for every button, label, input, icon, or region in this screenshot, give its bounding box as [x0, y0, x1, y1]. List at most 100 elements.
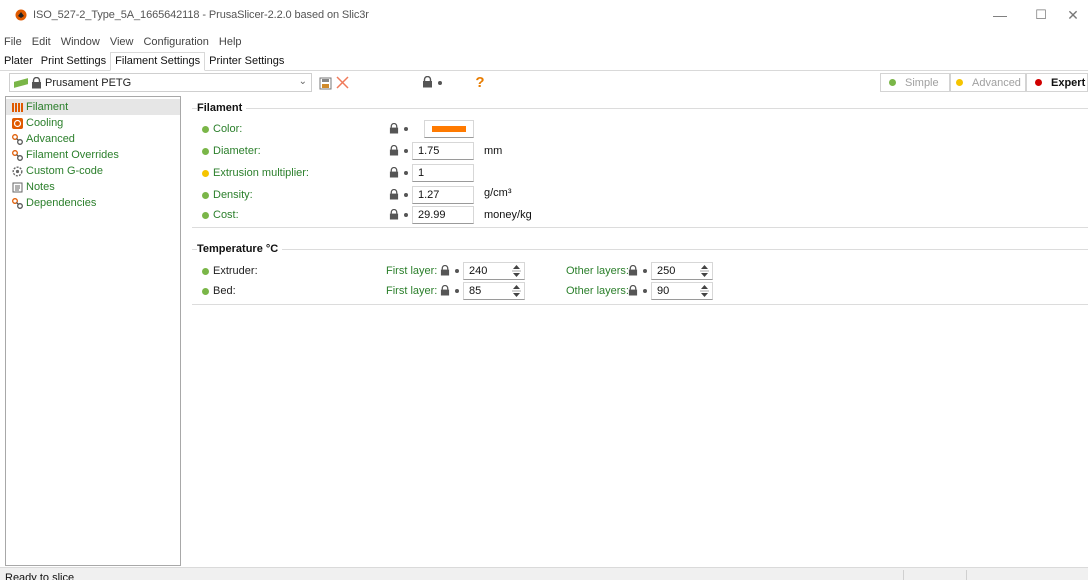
sidebar-item-notes[interactable]: Notes	[6, 179, 180, 195]
cog-icon	[12, 165, 23, 177]
filament-diameter-input[interactable]: 1.75	[412, 142, 474, 160]
wrench-icon	[12, 149, 23, 161]
menu-configuration[interactable]: Configuration	[138, 36, 213, 48]
advanced-mode-dot-icon	[202, 170, 209, 177]
bed-first-layer-spinner[interactable]	[510, 282, 522, 300]
delete-icon	[335, 75, 349, 89]
menu-edit[interactable]: Edit	[27, 36, 56, 48]
preset-dropdown[interactable]: Prusament PETG ⌄	[9, 73, 312, 92]
bed-label: Bed:	[213, 285, 236, 297]
extrusion-multiplier-label: Extrusion multiplier:	[213, 167, 309, 179]
mode-advanced-button[interactable]: Advanced	[950, 73, 1026, 92]
sidebar-item-filament-overrides[interactable]: Filament Overrides	[6, 147, 180, 163]
sidebar-item-advanced[interactable]: Advanced	[6, 131, 180, 147]
bullet-icon[interactable]	[404, 193, 408, 197]
filament-cost-row: Cost: 29.99 money/kg	[192, 206, 1088, 224]
lock-icon[interactable]	[389, 189, 399, 200]
lock-icon[interactable]	[440, 285, 450, 296]
density-unit: g/cm³	[484, 187, 512, 199]
window-title: ISO_527-2_Type_5A_1665642118 - PrusaSlic…	[33, 9, 369, 21]
lock-legend-button[interactable]	[420, 75, 434, 89]
filament-cost-input[interactable]: 29.99	[412, 206, 474, 224]
minimize-button[interactable]: —	[977, 0, 1023, 30]
simple-mode-dot-icon	[202, 148, 209, 155]
lock-icon[interactable]	[628, 285, 638, 296]
bullet-icon[interactable]	[455, 289, 459, 293]
tab-plater[interactable]: Plater	[0, 53, 37, 70]
prusaslicer-logo-icon	[15, 9, 27, 21]
tab-printer-settings[interactable]: Printer Settings	[205, 53, 288, 70]
bullet-icon[interactable]	[404, 171, 408, 175]
bullet-icon[interactable]	[404, 127, 408, 131]
close-window-button[interactable]: ✕	[1058, 0, 1088, 30]
menu-view[interactable]: View	[105, 36, 139, 48]
spool-icon	[12, 102, 23, 113]
first-layer-label: First layer:	[386, 265, 438, 277]
filament-diameter-label: Diameter:	[213, 145, 261, 157]
filament-density-input[interactable]: 1.27	[412, 186, 474, 204]
preset-name: Prusament PETG	[45, 76, 132, 89]
cost-unit: money/kg	[484, 209, 532, 221]
bed-temperature-row: Bed: First layer: 85 Other layers: 90	[192, 282, 1088, 300]
tab-filament-settings[interactable]: Filament Settings	[110, 52, 206, 71]
bullet-icon[interactable]	[404, 149, 408, 153]
bullet-icon[interactable]	[404, 213, 408, 217]
lock-icon[interactable]	[440, 265, 450, 276]
filament-density-label: Density:	[213, 189, 253, 201]
status-separator	[966, 570, 967, 580]
menu-window[interactable]: Window	[56, 36, 105, 48]
save-preset-button[interactable]	[318, 76, 332, 90]
sidebar-item-cooling[interactable]: Cooling	[6, 115, 180, 131]
extrusion-multiplier-row: Extrusion multiplier: 1	[192, 164, 1088, 182]
maximize-icon: ☐	[1035, 7, 1047, 22]
sidebar-item-filament[interactable]: Filament	[6, 99, 180, 115]
menu-file[interactable]: File	[0, 36, 27, 48]
sidebar-item-custom-gcode[interactable]: Custom G-code	[6, 163, 180, 179]
lock-icon[interactable]	[389, 145, 399, 156]
simple-mode-dot-icon	[202, 288, 209, 295]
lock-icon[interactable]	[389, 167, 399, 178]
save-icon	[319, 77, 331, 89]
sidebar-item-dependencies[interactable]: Dependencies	[6, 195, 180, 211]
sidebar-item-label: Custom G-code	[26, 165, 104, 177]
filament-cost-label: Cost:	[213, 209, 239, 221]
status-bar: Ready to slice	[0, 567, 1088, 580]
extruder-other-layers-spinner[interactable]	[698, 262, 710, 280]
advanced-dot-icon	[956, 79, 963, 86]
menu-help[interactable]: Help	[214, 36, 247, 48]
lock-icon[interactable]	[389, 209, 399, 220]
bed-other-layers-spinner[interactable]	[698, 282, 710, 300]
mode-expert-button[interactable]: Expert	[1026, 73, 1088, 92]
main-tabs: Plater Print Settings Filament Settings …	[0, 52, 1088, 71]
sidebar-item-label: Filament Overrides	[26, 149, 119, 161]
bullet-icon[interactable]	[643, 269, 647, 273]
extruder-temperature-row: Extruder: First layer: 240 Other layers:…	[192, 262, 1088, 280]
filament-density-row: Density: 1.27 g/cm³	[192, 186, 1088, 204]
simple-mode-dot-icon	[202, 212, 209, 219]
temperature-group: Temperature °C Extruder: First layer: 24…	[192, 243, 1088, 305]
filament-color-picker[interactable]	[424, 120, 474, 138]
spin-arrows-icon	[699, 285, 709, 297]
bullet-icon[interactable]	[643, 289, 647, 293]
extrusion-multiplier-input[interactable]: 1	[412, 164, 474, 182]
extruder-first-layer-spinner[interactable]	[510, 262, 522, 280]
tab-print-settings[interactable]: Print Settings	[37, 53, 110, 70]
delete-preset-button[interactable]	[335, 75, 349, 89]
lock-icon[interactable]	[389, 123, 399, 134]
simple-mode-dot-icon	[202, 192, 209, 199]
sidebar-item-label: Dependencies	[26, 197, 97, 209]
bullet-icon[interactable]	[455, 269, 459, 273]
lock-icon[interactable]	[628, 265, 638, 276]
question-help-button[interactable]: ?	[474, 74, 486, 91]
minimize-icon: —	[993, 7, 1007, 23]
other-layers-label: Other layers:	[566, 265, 629, 277]
spin-arrows-icon	[511, 285, 521, 297]
bullet-legend-icon[interactable]	[438, 81, 442, 85]
preset-toolbar: Prusament PETG ⌄ ? Simple Advanced Exper…	[0, 72, 1088, 94]
first-layer-label: First layer:	[386, 285, 438, 297]
filament-color-row: Color:	[192, 120, 1088, 138]
menu-bar: File Edit Window View Configuration Help	[0, 33, 247, 51]
sidebar-item-label: Cooling	[26, 117, 64, 129]
extruder-label: Extruder:	[213, 265, 258, 277]
mode-simple-button[interactable]: Simple	[880, 73, 950, 92]
